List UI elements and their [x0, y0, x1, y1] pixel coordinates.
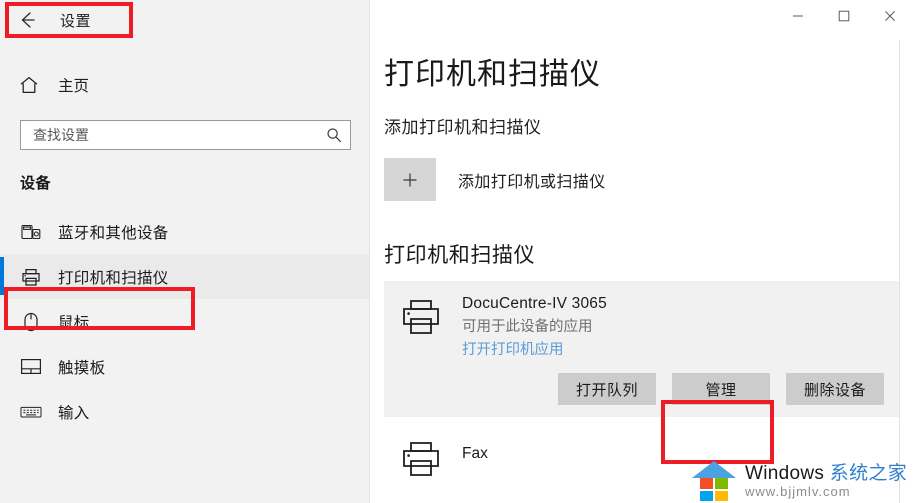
sidebar-section-title: 设备 — [20, 175, 52, 192]
watermark-brand-en: Windows — [745, 462, 830, 484]
app-title: 设置 — [60, 12, 92, 30]
open-queue-button[interactable]: 打开队列 — [558, 373, 656, 405]
sidebar-item-bluetooth[interactable]: 蓝牙和其他设备 — [0, 209, 369, 254]
sidebar-item-label: 蓝牙和其他设备 — [58, 224, 169, 242]
keyboard-icon — [20, 401, 42, 423]
device-info: DocuCentre-IV 3065 可用于此设备的应用 打开打印机应用 — [462, 295, 607, 359]
search-input[interactable] — [33, 127, 326, 143]
main-pane: 打印机和扫描仪 添加打印机和扫描仪 添加打印机或扫描仪 打印机和扫描仪 Docu… — [370, 0, 913, 503]
home-icon — [18, 74, 40, 96]
settings-window: 设置 主页 设备 — [0, 0, 913, 503]
sidebar-item-label: 触摸板 — [58, 359, 106, 377]
watermark: Windows 系统之家 www.bjjmlv.com — [692, 461, 907, 501]
mouse-icon — [20, 311, 42, 333]
sidebar-item-typing[interactable]: 输入 — [0, 389, 369, 434]
search-box[interactable] — [20, 120, 351, 150]
touchpad-icon — [20, 356, 42, 378]
device-status: 可用于此设备的应用 — [462, 319, 593, 335]
back-arrow-icon[interactable] — [16, 9, 38, 31]
sidebar-item-mouse[interactable]: 鼠标 — [0, 299, 369, 344]
plus-icon — [384, 158, 436, 201]
main-content: 打印机和扫描仪 添加打印机和扫描仪 添加打印机或扫描仪 打印机和扫描仪 Docu… — [370, 58, 913, 479]
add-printer-button[interactable]: 添加打印机或扫描仪 — [384, 158, 913, 201]
device-name: DocuCentre-IV 3065 — [462, 295, 607, 312]
printer-icon — [400, 439, 442, 479]
device-card[interactable]: DocuCentre-IV 3065 可用于此设备的应用 打开打印机应用 打开队… — [384, 281, 900, 417]
sidebar-item-printers[interactable]: 打印机和扫描仪 — [0, 254, 369, 299]
search-icon[interactable] — [326, 127, 342, 143]
bluetooth-devices-icon — [20, 221, 42, 243]
sidebar-item-label: 鼠标 — [58, 314, 90, 332]
sidebar-item-label: 输入 — [58, 404, 90, 422]
add-printer-label: 添加打印机或扫描仪 — [458, 173, 606, 191]
sidebar-item-label: 打印机和扫描仪 — [58, 269, 169, 287]
device-actions: 打开队列 管理 删除设备 — [400, 373, 884, 405]
watermark-url: www.bjjmlv.com — [745, 483, 851, 499]
printer-icon — [20, 266, 42, 288]
remove-device-button[interactable]: 删除设备 — [786, 373, 884, 405]
page-title: 打印机和扫描仪 — [384, 58, 601, 91]
add-section-title: 添加打印机和扫描仪 — [384, 118, 542, 137]
sidebar-item-label: 主页 — [58, 78, 90, 95]
device-summary: DocuCentre-IV 3065 可用于此设备的应用 打开打印机应用 — [400, 295, 884, 359]
close-icon[interactable] — [867, 0, 913, 32]
windows-house-logo-icon — [692, 461, 737, 501]
scrollbar-thumb[interactable] — [903, 100, 910, 400]
device-name: Fax — [462, 445, 488, 462]
sidebar-item-home[interactable]: 主页 — [0, 64, 369, 106]
printer-icon — [400, 297, 442, 337]
device-list-title: 打印机和扫描仪 — [384, 244, 536, 267]
maximize-icon[interactable] — [821, 0, 867, 32]
sidebar-titlebar: 设置 — [0, 0, 369, 40]
sidebar-nav: 蓝牙和其他设备 打印机和扫描仪 鼠标 触摸板 输入 — [0, 209, 369, 434]
open-printer-app-link[interactable]: 打开打印机应用 — [462, 338, 607, 359]
watermark-brand-cn: 系统之家 — [829, 462, 907, 484]
watermark-text: Windows 系统之家 www.bjjmlv.com — [745, 462, 907, 499]
manage-button[interactable]: 管理 — [672, 373, 770, 405]
minimize-icon[interactable] — [775, 0, 821, 32]
sidebar: 设置 主页 设备 — [0, 0, 370, 503]
window-titlebar — [370, 0, 913, 40]
scrollbar[interactable] — [899, 40, 913, 503]
sidebar-item-touchpad[interactable]: 触摸板 — [0, 344, 369, 389]
